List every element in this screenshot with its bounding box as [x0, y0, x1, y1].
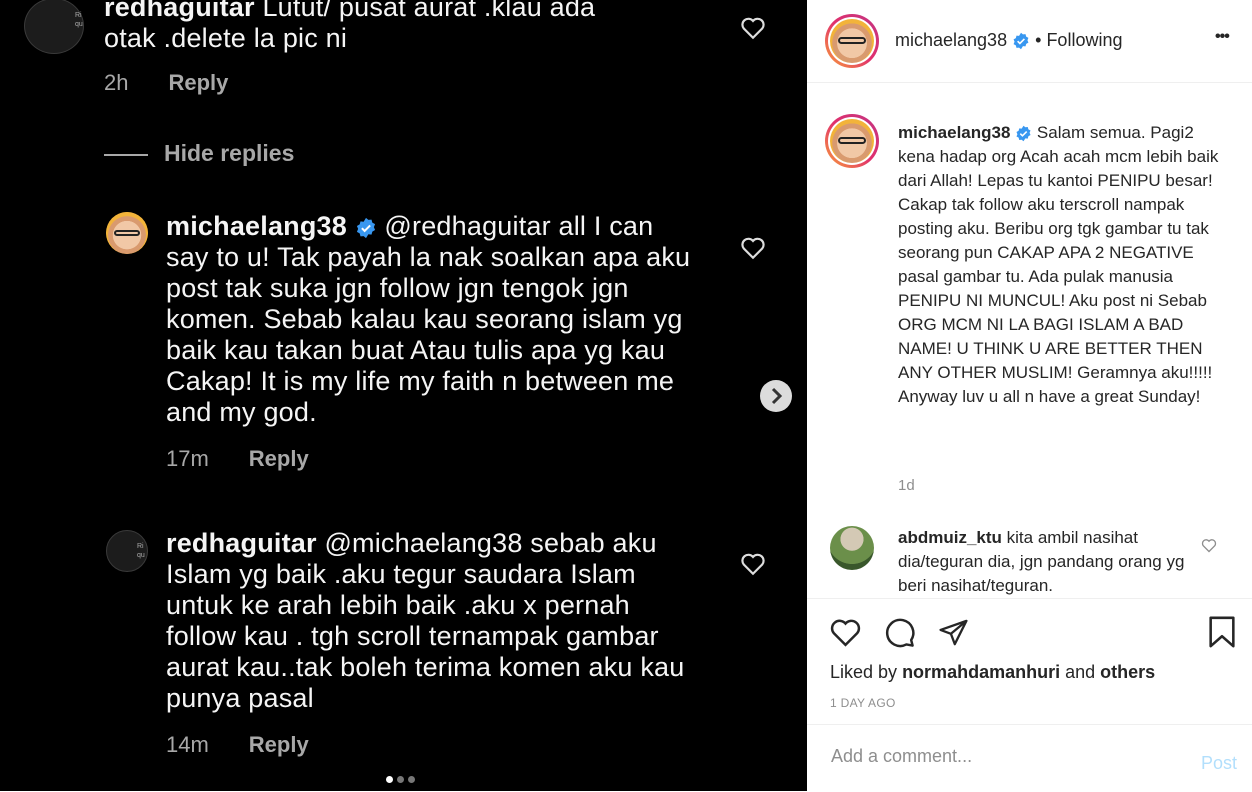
carousel-dot — [397, 776, 404, 783]
comment-username[interactable]: abdmuiz_ktu — [898, 528, 1002, 547]
avatar[interactable] — [825, 114, 879, 168]
verified-icon — [1013, 33, 1029, 50]
carousel-indicator — [384, 770, 417, 788]
more-options-icon[interactable]: ••• — [1215, 28, 1230, 46]
action-bar: Liked by normahdamanhuri and others 1 DA… — [807, 598, 1252, 725]
avatar-face — [830, 119, 874, 163]
post-date: 1 DAY AGO — [830, 696, 896, 710]
add-comment-input[interactable] — [829, 745, 1173, 768]
caption-username[interactable]: michaelang38 — [898, 123, 1010, 142]
reply-button[interactable]: Reply — [168, 70, 228, 95]
heart-icon[interactable] — [740, 16, 766, 40]
heart-icon[interactable] — [1201, 538, 1217, 553]
caption: michaelang38 Salam semua. Pagi2 kena had… — [898, 121, 1228, 409]
hide-replies-button[interactable]: Hide replies — [104, 140, 294, 167]
comment-icon[interactable] — [883, 616, 916, 649]
mention-link[interactable]: @michaelang38 — [324, 528, 522, 558]
carousel-dot — [386, 776, 393, 783]
post-sidebar: michaelang38 • Following ••• michaelang3… — [807, 0, 1252, 791]
post-media: Ri qu redhaguitar Lutut/ pusat aurat .kl… — [0, 0, 807, 791]
comment-username[interactable]: redhaguitar — [104, 0, 255, 22]
avatar[interactable]: Ri qu — [106, 530, 148, 572]
header-user: michaelang38 • Following — [895, 30, 1123, 50]
add-comment-bar: Post — [807, 724, 1252, 792]
avatar-face — [830, 19, 874, 63]
reply-text: redhaguitar @michaelang38 sebab aku Isla… — [166, 528, 685, 713]
reply-meta: 17m Reply — [166, 446, 309, 471]
likes-line: Liked by normahdamanhuri and others — [830, 662, 1156, 682]
next-arrow-button[interactable] — [760, 380, 792, 412]
carousel-dot — [408, 776, 415, 783]
heart-icon[interactable] — [829, 617, 862, 648]
bookmark-icon[interactable] — [1207, 615, 1237, 649]
comment-text: redhaguitar Lutut/ pusat aurat .klau ada… — [104, 0, 704, 54]
post-header: michaelang38 • Following ••• — [807, 0, 1252, 83]
avatar[interactable]: Ri qu — [24, 0, 84, 54]
mention-link[interactable]: @redhaguitar — [384, 211, 550, 241]
reply-button[interactable]: Reply — [249, 446, 309, 471]
header-username[interactable]: michaelang38 — [895, 30, 1007, 50]
comment-item: abdmuiz_ktu kita ambil nasihat dia/tegur… — [807, 520, 1252, 596]
reply-button[interactable]: Reply — [249, 732, 309, 757]
avatar[interactable] — [825, 14, 879, 68]
share-icon[interactable] — [937, 617, 970, 648]
reply-username[interactable]: michaelang38 — [166, 211, 347, 241]
reply-text: michaelang38 @redhaguitar all I can say … — [166, 211, 691, 427]
reply-meta: 14m Reply — [166, 732, 309, 757]
post-button[interactable]: Post — [1201, 753, 1237, 774]
heart-icon[interactable] — [740, 552, 766, 576]
caption-time: 1d — [898, 477, 915, 494]
reply-username[interactable]: redhaguitar — [166, 528, 317, 558]
avatar-face — [106, 212, 148, 254]
avatar[interactable] — [830, 526, 874, 570]
heart-icon[interactable] — [740, 236, 766, 260]
following-button[interactable]: Following — [1046, 30, 1122, 50]
chevron-right-icon — [771, 387, 783, 405]
likes-others-link[interactable]: others — [1100, 662, 1155, 682]
verified-icon — [1016, 125, 1031, 142]
avatar[interactable] — [106, 212, 148, 254]
liker-username[interactable]: normahdamanhuri — [902, 662, 1060, 682]
comment-meta: 2h Reply — [104, 70, 229, 95]
verified-icon — [356, 217, 375, 238]
caption-text: Salam semua. Pagi2 kena hadap org Acah a… — [898, 123, 1219, 406]
divider-line — [104, 153, 148, 156]
